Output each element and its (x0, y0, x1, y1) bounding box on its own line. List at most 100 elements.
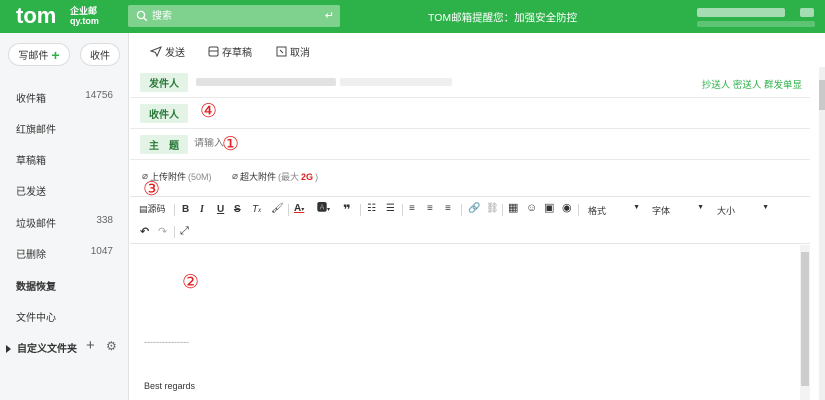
folder-sent[interactable]: 已发送 (16, 183, 121, 199)
user-account-blurred[interactable] (697, 8, 785, 17)
user-menu-blurred[interactable] (800, 8, 814, 17)
folder-data-recovery[interactable]: 数据恢复 (16, 278, 121, 294)
add-folder-icon[interactable]: + (86, 337, 95, 354)
sender-address-blurred[interactable] (196, 78, 336, 86)
custom-folder-label: 自定义文件夹 (17, 344, 77, 355)
toolbar-divider (402, 204, 403, 216)
bold-icon[interactable]: B (182, 205, 189, 215)
save-draft-button[interactable]: 存草稿 (208, 44, 252, 59)
folder-label: 草稿箱 (16, 156, 46, 167)
folder-file-center[interactable]: 文件中心 (16, 309, 121, 325)
font-color-icon[interactable]: A▾ (294, 204, 304, 214)
toolbar-divider (288, 204, 289, 216)
size-label: 大小 (717, 206, 736, 216)
folder-label: 文件中心 (16, 313, 56, 324)
toolbar-divider (174, 204, 175, 216)
numbered-list-icon[interactable]: ☰ (386, 204, 395, 214)
annotation-1: ① (222, 133, 240, 155)
plus-icon: + (51, 46, 60, 63)
size-select[interactable]: 大小 ▼ (717, 204, 769, 216)
table-icon[interactable]: ▦ (508, 203, 518, 214)
align-center-icon[interactable]: ≡ (427, 204, 433, 214)
editor-body[interactable]: ② --------------- Best regards (130, 245, 800, 400)
brush-icon[interactable]: 🖌 (271, 204, 284, 214)
page-scrollbar-track[interactable] (819, 67, 825, 400)
folder-count: 1047 (90, 246, 113, 257)
compass-icon[interactable]: ◉ (562, 203, 572, 214)
font-select[interactable]: 字体 ▼ (652, 204, 704, 216)
strikethrough-icon[interactable]: S (234, 205, 241, 215)
recipient-label[interactable]: 收件人 (140, 104, 188, 123)
clear-format-icon[interactable]: Tx (252, 205, 261, 215)
chevron-down-icon: ▼ (697, 204, 704, 211)
unlink-icon[interactable]: ⛓ (486, 204, 499, 214)
bullet-list-icon[interactable]: ☷ (367, 204, 376, 214)
signature-divider: --------------- (144, 337, 189, 347)
align-left-icon[interactable]: ≡ (409, 204, 415, 214)
align-right-icon[interactable]: ≡ (445, 204, 451, 214)
compose-toolbar: 发送 存草稿 取消 (130, 33, 825, 67)
annotation-4: ④ (200, 100, 218, 122)
format-label: 格式 (588, 206, 607, 216)
enter-icon[interactable]: ↵ (325, 9, 334, 22)
signature-text: Best regards (144, 381, 196, 391)
image-icon[interactable]: ▣ (544, 203, 554, 214)
source-button[interactable]: ▤源码 (139, 205, 166, 214)
toolbar-divider (360, 204, 361, 216)
custom-folders[interactable]: 自定义文件夹 + ⚙ (6, 337, 124, 356)
upload-size: (50M) (188, 171, 212, 182)
folder-count: 338 (96, 215, 113, 226)
folder-deleted[interactable]: 已删除 1047 (16, 246, 121, 262)
sender-address-blurred-2 (340, 78, 452, 86)
search-icon (136, 10, 148, 22)
send-button[interactable]: 发送 (150, 44, 185, 59)
format-select[interactable]: 格式 ▼ (588, 204, 640, 216)
receive-button[interactable]: 收件 (80, 43, 120, 66)
folder-spam[interactable]: 垃圾邮件 338 (16, 215, 121, 231)
italic-icon[interactable]: I (200, 205, 204, 215)
editor-scrollbar-thumb[interactable] (801, 252, 809, 386)
large-attachment-button[interactable]: ⌀ 超大附件 (最大 2G) (232, 170, 318, 183)
redo-icon[interactable]: ↷ (158, 227, 167, 238)
folder-inbox[interactable]: 收件箱 14756 (16, 90, 121, 106)
large-size-value: 2G (301, 171, 314, 182)
subject-label: 主 题 (140, 135, 188, 154)
background-color-icon[interactable]: 🅰▾ (317, 204, 330, 214)
security-notice[interactable]: TOM邮箱提醒您：加强安全防控 (428, 10, 577, 25)
expand-arrow-icon[interactable] (6, 345, 11, 353)
sidebar: 写邮件 + 收件 收件箱 14756 红旗邮件 草稿箱 已发送 垃圾邮件 338… (0, 33, 129, 400)
folder-count: 14756 (85, 90, 113, 101)
search-input[interactable] (152, 8, 322, 24)
cc-bcc-links[interactable]: 抄送人 密送人 群发单显 (702, 77, 802, 91)
source-icon: ▤ (139, 204, 148, 214)
folder-drafts[interactable]: 草稿箱 (16, 152, 121, 168)
toolbar-divider (502, 204, 503, 216)
editor-toolbar: ▤源码 B I U S Tx 🖌 A▾ 🅰▾ ❞ ☷ ☰ ≡ ≡ ≡ 🔗 ⛓ ▦… (130, 196, 810, 244)
folder-label: 垃圾邮件 (16, 219, 56, 230)
undo-icon[interactable]: ↶ (140, 227, 149, 238)
logo-domain: qy.tom (70, 16, 99, 26)
link-icon[interactable]: 🔗 (468, 204, 480, 214)
quote-icon[interactable]: ❞ (343, 203, 351, 216)
large-size-prefix: (最大 (278, 172, 300, 182)
large-label: 超大附件 (240, 172, 277, 182)
large-size-suffix: ) (315, 171, 319, 182)
cancel-button[interactable]: 取消 (276, 44, 310, 59)
emoji-icon[interactable]: ☺ (526, 203, 537, 214)
underline-icon[interactable]: U (217, 205, 224, 215)
toolbar-divider (461, 204, 462, 216)
search-box[interactable]: ↵ (128, 5, 340, 27)
folder-flagged[interactable]: 红旗邮件 (16, 121, 121, 137)
compose-button[interactable]: 写邮件 + (8, 43, 70, 66)
fullscreen-icon[interactable]: ⤢ (180, 226, 189, 237)
compose-label: 写邮件 (18, 51, 49, 62)
gear-icon[interactable]: ⚙ (106, 339, 117, 353)
recipient-row: 收件人 ④ (130, 98, 810, 129)
logo[interactable]: tom (16, 3, 56, 29)
folder-label: 已发送 (16, 187, 46, 198)
page-scrollbar-thumb[interactable] (819, 80, 825, 110)
sender-label[interactable]: 发件人 (140, 73, 188, 92)
attachment-row: ⌀ 上传附件 (50M) ⌀ 超大附件 (最大 2G) ③ (130, 160, 810, 199)
toolbar-divider (578, 204, 579, 216)
draft-icon (208, 46, 219, 57)
